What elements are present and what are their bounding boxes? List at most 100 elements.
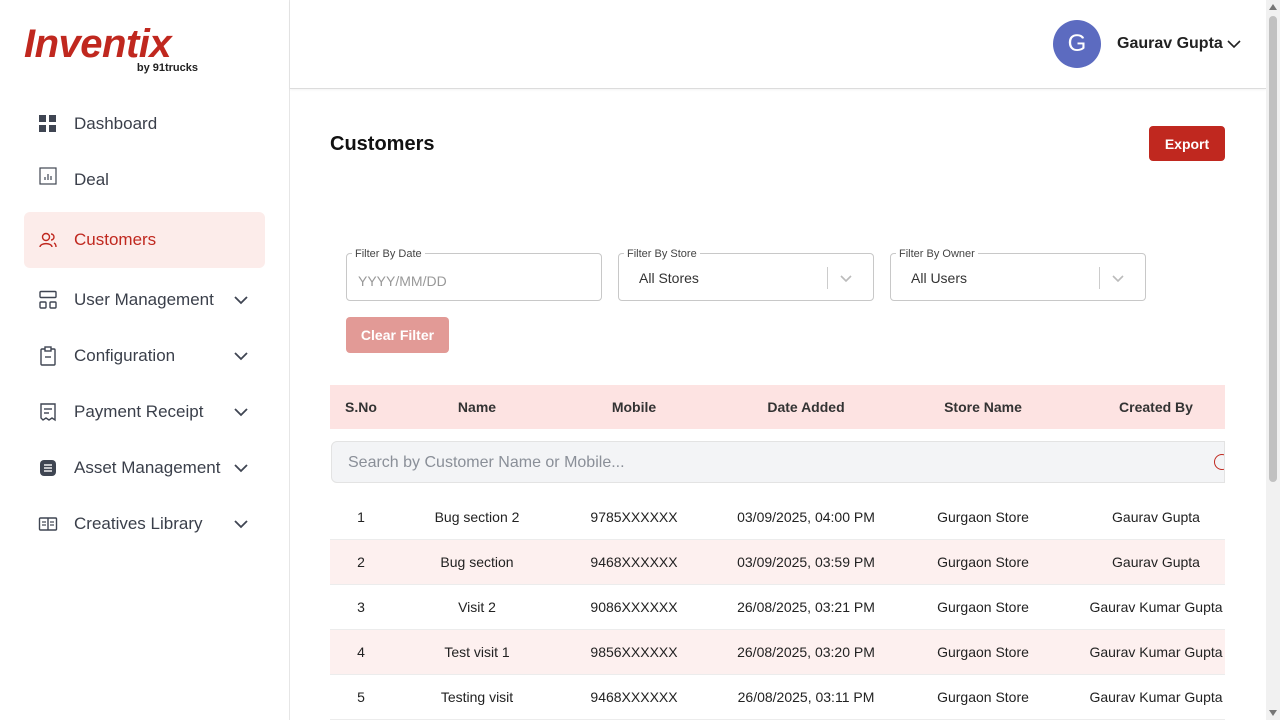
cell-name: Testing visit: [440, 689, 514, 705]
cell-sno: 5: [357, 689, 365, 705]
cell-sno: 1: [357, 509, 365, 525]
top-bar: G Gaurav Gupta: [290, 0, 1266, 89]
sidebar-item-customers[interactable]: Customers: [24, 212, 265, 268]
cell-sno: 2: [357, 554, 365, 570]
scroll-up-arrow-icon[interactable]: [1269, 4, 1277, 10]
select-separator: [1099, 267, 1100, 289]
scroll-down-arrow-icon[interactable]: [1269, 710, 1277, 716]
cell-mobile: 9468XXXXXX: [590, 554, 678, 570]
sidebar-item-creatives-library[interactable]: Creatives Library: [24, 496, 265, 552]
cell-mobile: 9785XXXXXX: [590, 509, 678, 525]
sidebar-item-label: Payment Receipt: [74, 402, 204, 421]
sidebar-item-label: User Management: [74, 290, 214, 309]
column-header: Created By: [1119, 399, 1193, 415]
sidebar-item-label: Dashboard: [74, 114, 158, 133]
cell-created-by: Gaurav Gupta: [1112, 554, 1200, 570]
brand-subtitle: by 91trucks: [136, 62, 198, 74]
sidebar-item-configuration[interactable]: Configuration: [24, 328, 265, 384]
receipt-icon: [38, 402, 58, 422]
sidebar: Inventix by 91trucks Dashboard Deal Cust…: [0, 0, 290, 720]
cell-sno: 3: [357, 599, 365, 615]
filter-label: Filter By Owner: [896, 248, 978, 260]
scroll-thumb[interactable]: [1269, 16, 1277, 482]
sidebar-item-dashboard[interactable]: Dashboard: [24, 96, 265, 152]
cell-date-added: 26/08/2025, 03:21 PM: [737, 599, 875, 615]
brand-logo[interactable]: Inventix by 91trucks: [24, 22, 204, 78]
sidebar-item-label: Customers: [74, 230, 157, 249]
user-name[interactable]: Gaurav Gupta: [1117, 35, 1223, 53]
sidebar-item-user-management[interactable]: User Management: [24, 272, 265, 328]
filter-by-store[interactable]: Filter By Store All Stores: [618, 248, 874, 301]
table-row[interactable]: 4 Test visit 1 9856XXXXXX 26/08/2025, 03…: [330, 630, 1225, 675]
date-input-placeholder[interactable]: YYYY/MM/DD: [358, 273, 447, 289]
sitemap-icon: [38, 290, 58, 310]
page-title: Customers: [330, 133, 435, 155]
chevron-down-icon[interactable]: [838, 270, 854, 286]
asset-icon: [38, 458, 58, 478]
search-input[interactable]: Search by Customer Name or Mobile...: [331, 441, 1225, 483]
table-header: S.No Name Mobile Date Added Store Name C…: [330, 385, 1225, 429]
sidebar-item-label: Asset Management: [74, 458, 221, 477]
grid-icon: [38, 114, 58, 134]
chevron-down-icon: [234, 464, 248, 473]
sidebar-item-asset-management[interactable]: Asset Management: [24, 440, 265, 496]
cell-name: Test visit 1: [444, 644, 510, 660]
cell-store-name: Gurgaon Store: [937, 689, 1029, 705]
column-header: S.No: [345, 399, 377, 415]
clear-filter-button[interactable]: Clear Filter: [346, 317, 449, 353]
cell-created-by: Gaurav Kumar Gupta: [1089, 689, 1223, 705]
chevron-down-icon: [234, 520, 248, 529]
cell-store-name: Gurgaon Store: [937, 644, 1029, 660]
chevron-down-icon[interactable]: [1110, 270, 1126, 286]
cell-mobile: 9086XXXXXX: [590, 599, 678, 615]
cell-name: Bug section: [440, 554, 514, 570]
cell-created-by: Gaurav Gupta: [1112, 509, 1200, 525]
table-row[interactable]: 2 Bug section 9468XXXXXX 03/09/2025, 03:…: [330, 540, 1225, 585]
column-header: Date Added: [767, 399, 845, 415]
brand-name: Inventix: [24, 22, 172, 66]
search-icon[interactable]: [1214, 454, 1224, 470]
select-separator: [827, 267, 828, 289]
cell-created-by: Gaurav Kumar Gupta: [1089, 644, 1223, 660]
cell-created-by: Gaurav Kumar Gupta: [1089, 599, 1223, 615]
chevron-down-icon: [234, 352, 248, 361]
chart-icon: [38, 166, 58, 186]
store-select-value[interactable]: All Stores: [639, 270, 699, 286]
filter-label: Filter By Store: [624, 248, 700, 260]
filter-by-owner[interactable]: Filter By Owner All Users: [890, 248, 1146, 301]
cell-date-added: 26/08/2025, 03:20 PM: [737, 644, 875, 660]
sidebar-item-deal[interactable]: Deal: [24, 152, 265, 208]
export-button[interactable]: Export: [1149, 126, 1225, 161]
cell-mobile: 9468XXXXXX: [590, 689, 678, 705]
cell-date-added: 03/09/2025, 03:59 PM: [737, 554, 875, 570]
column-header: Name: [457, 399, 497, 415]
avatar[interactable]: G: [1053, 20, 1101, 68]
cell-mobile: 9856XXXXXX: [590, 644, 678, 660]
chevron-down-icon: [234, 296, 248, 305]
column-header: Store Name: [944, 399, 1022, 415]
table-row[interactable]: 5 Testing visit 9468XXXXXX 26/08/2025, 0…: [330, 675, 1225, 720]
library-icon: [38, 514, 58, 534]
cell-store-name: Gurgaon Store: [937, 509, 1029, 525]
page-scrollbar[interactable]: [1266, 0, 1280, 720]
cell-date-added: 03/09/2025, 04:00 PM: [737, 509, 875, 525]
clipboard-icon: [38, 346, 58, 366]
sidebar-item-payment-receipt[interactable]: Payment Receipt: [24, 384, 265, 440]
filter-by-date[interactable]: Filter By Date YYYY/MM/DD: [346, 248, 602, 301]
search-placeholder[interactable]: Search by Customer Name or Mobile...: [348, 454, 625, 472]
cell-name: Bug section 2: [434, 509, 520, 525]
users-icon: [38, 230, 58, 250]
table-row[interactable]: 3 Visit 2 9086XXXXXX 26/08/2025, 03:21 P…: [330, 585, 1225, 630]
sidebar-item-label: Creatives Library: [74, 514, 203, 533]
cell-sno: 4: [357, 644, 365, 660]
column-header: Mobile: [611, 399, 657, 415]
cell-name: Visit 2: [458, 599, 496, 615]
sidebar-item-label: Configuration: [74, 346, 176, 365]
table-row[interactable]: 1 Bug section 2 9785XXXXXX 03/09/2025, 0…: [330, 495, 1225, 540]
filter-label: Filter By Date: [352, 248, 425, 260]
chevron-down-icon[interactable]: [1226, 36, 1242, 52]
owner-select-value[interactable]: All Users: [911, 270, 967, 286]
cell-store-name: Gurgaon Store: [937, 599, 1029, 615]
chevron-down-icon: [234, 408, 248, 417]
cell-date-added: 26/08/2025, 03:11 PM: [737, 689, 875, 705]
